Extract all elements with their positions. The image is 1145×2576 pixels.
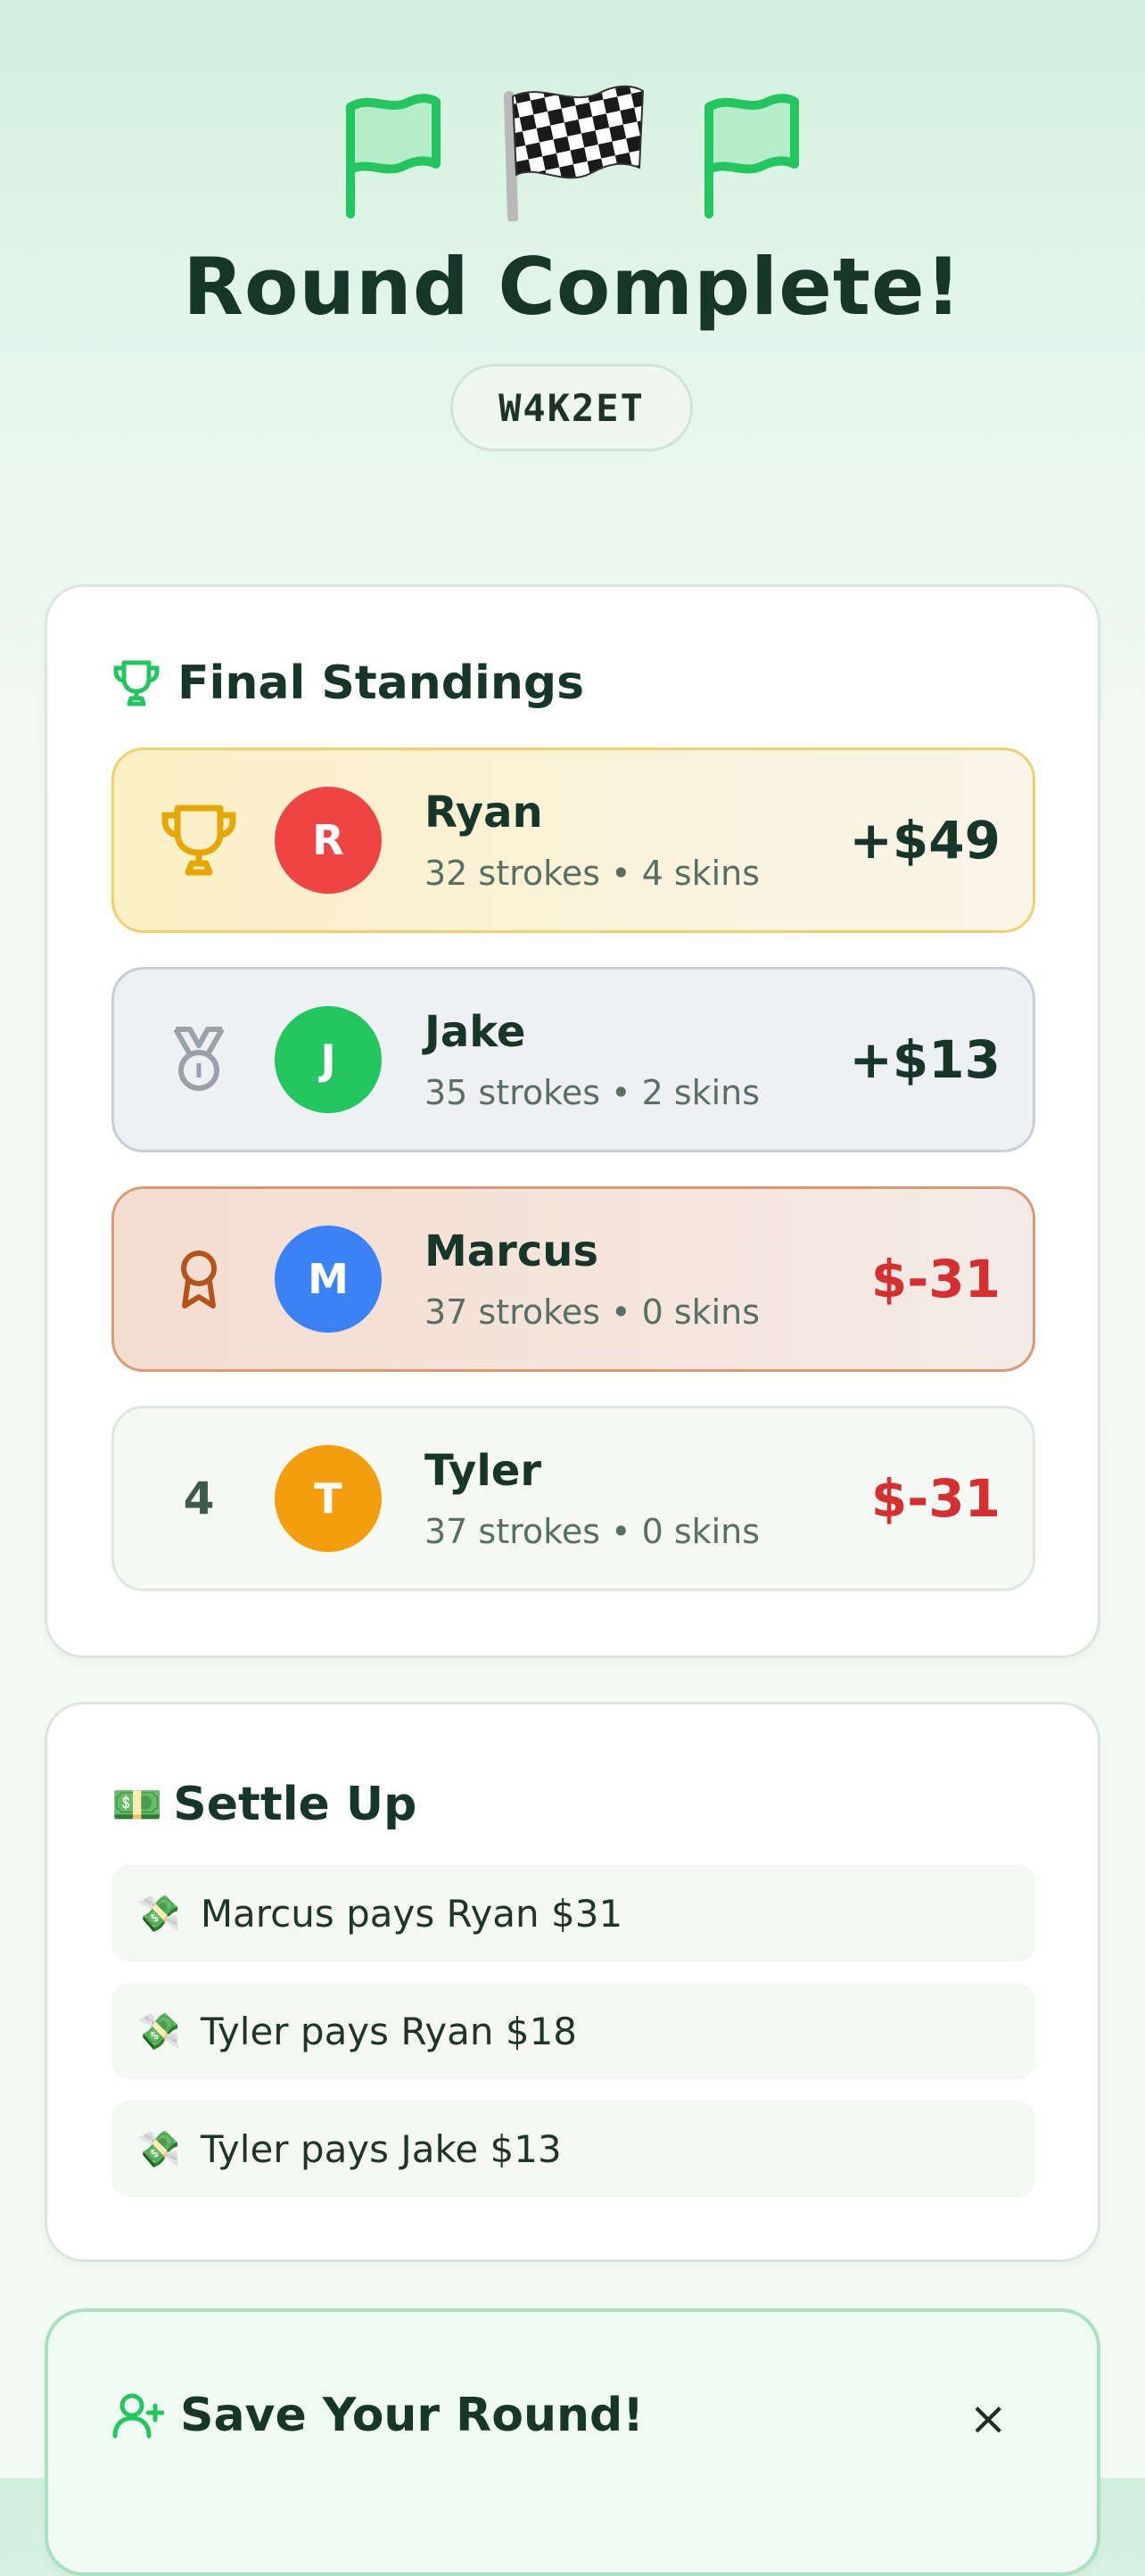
standing-row[interactable]: M Marcus 37 strokes • 0 skins $-31 [111,1186,1035,1372]
flying-money-icon: 💸 [136,1893,181,1935]
rank-1 [150,801,248,879]
settle-up-title: Settle Up [173,1778,417,1831]
payment-text: Marcus pays Ryan $31 [200,1891,623,1936]
flying-money-icon: 💸 [136,2128,181,2170]
checkered-flag-icon [504,85,645,221]
player-stats: 37 strokes • 0 skins [424,1292,761,1332]
award-icon [181,1251,217,1309]
standing-row[interactable]: 4 T Tyler 37 strokes • 0 skins $-31 [111,1406,1035,1591]
final-standings-card: Final Standings R Ryan 32 strokes • 4 sk… [45,584,1100,1658]
green-flag-icon [346,94,441,219]
money-icon: 💵 [111,1779,163,1829]
save-round-header: Save Your Round! [112,2389,644,2442]
player-name: Marcus [424,1226,599,1276]
player-winnings: +$49 [849,810,1001,871]
player-stats: 35 strokes • 2 skins [424,1073,761,1112]
avatar: J [275,1006,382,1113]
payment-item: 💸 Marcus pays Ryan $31 [111,1865,1035,1961]
payment-item: 💸 Tyler pays Ryan $18 [111,1983,1035,2079]
player-winnings: +$13 [849,1029,1001,1090]
avatar: T [275,1445,382,1552]
flying-money-icon: 💸 [136,2010,181,2052]
payment-text: Tyler pays Ryan $18 [200,2009,578,2053]
player-stats: 37 strokes • 0 skins [424,1512,761,1551]
save-round-card: Save Your Round! × [45,2308,1100,2576]
rank-number: 4 [183,1473,215,1524]
close-button[interactable]: × [968,2392,1008,2446]
save-round-title: Save Your Round! [180,2389,644,2442]
header-flags [0,78,1145,221]
trophy-icon [161,805,236,876]
medal-icon [173,1027,225,1091]
final-standings-header: Final Standings [111,656,584,710]
player-name: Ryan [424,788,543,838]
add-user-icon [112,2393,164,2439]
round-code-badge[interactable]: W4K2ET [450,364,693,451]
player-stats: 32 strokes • 4 skins [424,854,761,893]
trophy-icon [113,660,160,706]
payment-text: Tyler pays Jake $13 [200,2126,562,2171]
avatar: M [275,1226,382,1333]
standing-row[interactable]: R Ryan 32 strokes • 4 skins +$49 [111,747,1035,933]
page-title: Round Complete! [183,241,962,333]
standing-row[interactable]: J Jake 35 strokes • 2 skins +$13 [111,967,1035,1152]
payment-item: 💸 Tyler pays Jake $13 [111,2101,1035,2197]
final-standings-title: Final Standings [177,656,585,710]
settle-up-header: 💵 Settle Up [111,1778,416,1831]
rank-4: 4 [150,1473,248,1524]
avatar: R [275,787,382,894]
rank-3 [150,1247,248,1311]
player-winnings: $-31 [870,1249,1001,1309]
player-name: Tyler [424,1446,542,1496]
player-name: Jake [424,1007,526,1057]
rank-2 [150,1024,248,1095]
green-flag-icon [704,94,799,219]
player-winnings: $-31 [870,1468,1001,1529]
settle-up-card: 💵 Settle Up 💸 Marcus pays Ryan $31 💸 Tyl… [45,1702,1100,2262]
